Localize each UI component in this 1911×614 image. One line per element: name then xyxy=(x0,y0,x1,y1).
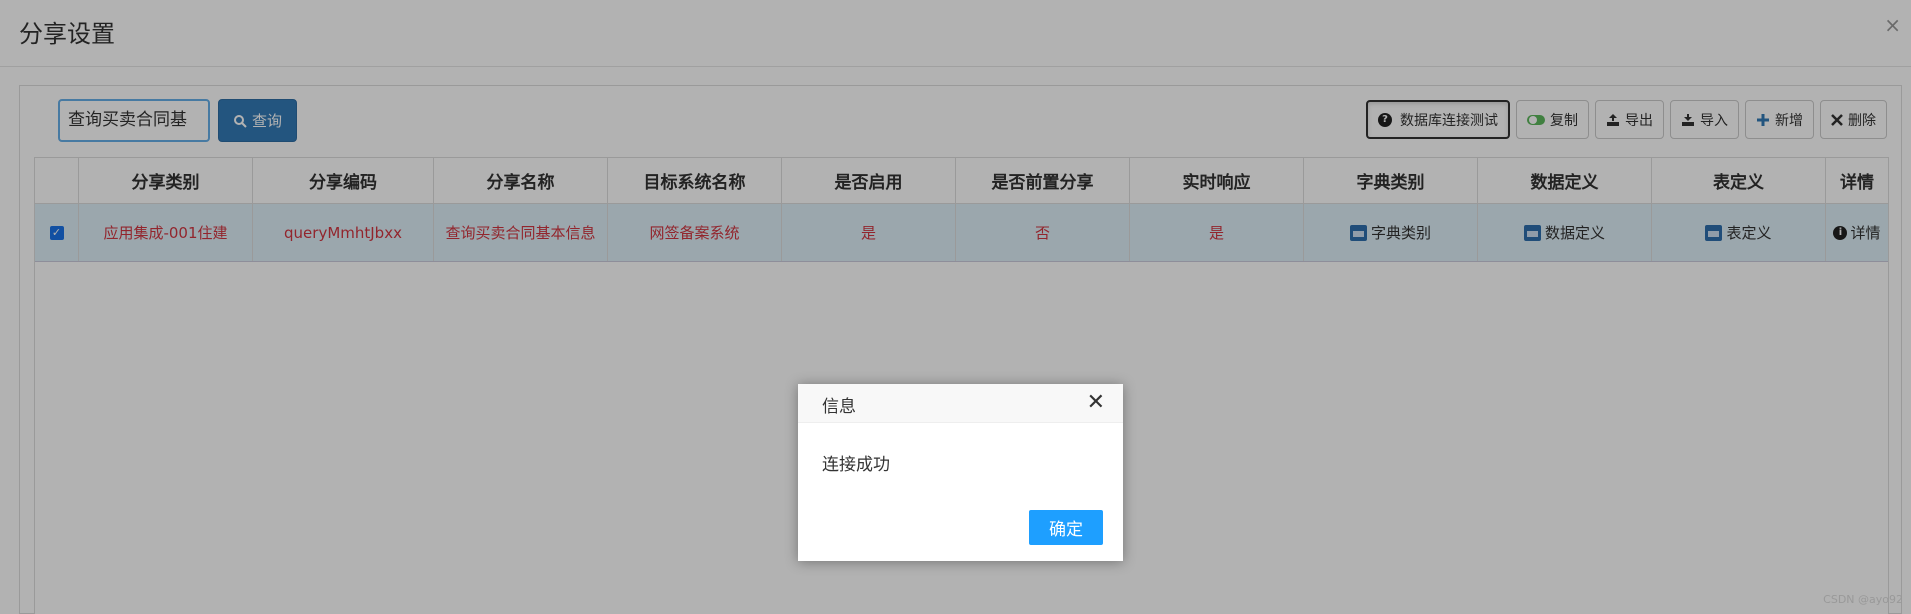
watermark: CSDN @ayo92 xyxy=(1823,593,1903,606)
dialog-header: 信息 ✕ xyxy=(798,384,1123,423)
info-dialog: 信息 ✕ 连接成功 确定 xyxy=(798,384,1123,561)
dialog-ok-button[interactable]: 确定 xyxy=(1029,510,1103,545)
dialog-close-icon[interactable]: ✕ xyxy=(1087,390,1105,415)
dialog-title: 信息 xyxy=(822,397,856,417)
dialog-message: 连接成功 xyxy=(822,455,890,475)
